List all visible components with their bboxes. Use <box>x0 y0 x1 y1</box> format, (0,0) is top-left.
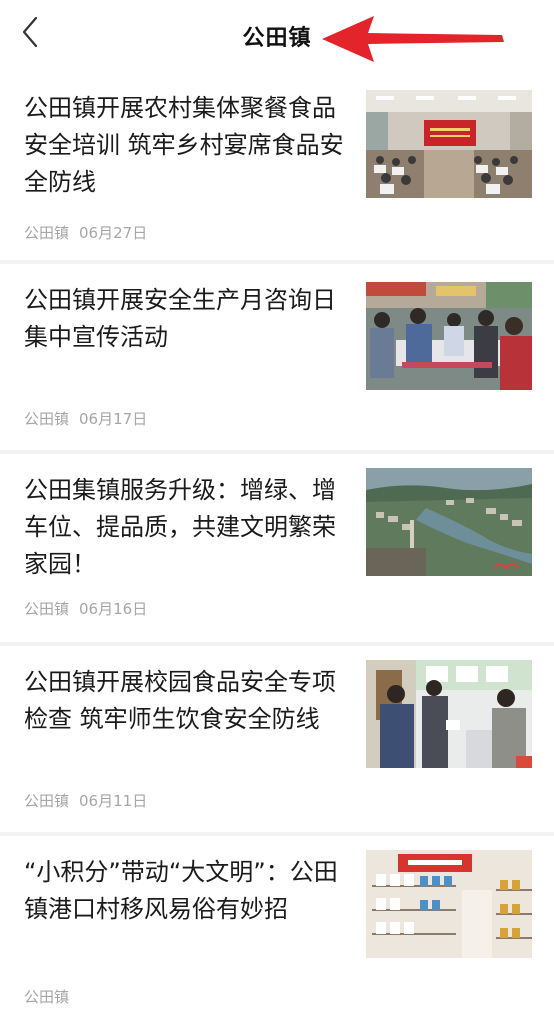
article-date: 06月17日 <box>79 410 148 428</box>
article-thumbnail[interactable] <box>366 468 532 576</box>
article-item[interactable]: 公田集镇服务升级：增绿、增车位、提品质，共建文明繁荣家园！ 公田镇 06月16日 <box>0 454 554 642</box>
top-bar: 公田镇 <box>0 0 554 72</box>
red-arrow-annotation <box>322 16 504 62</box>
article-thumbnail[interactable] <box>366 282 532 390</box>
article-item[interactable]: 公田镇开展校园食品安全专项检查 筑牢师生饮食安全防线 公田镇 06月11日 <box>0 646 554 832</box>
article-date: 06月11日 <box>79 792 148 810</box>
article-date: 06月16日 <box>79 600 148 618</box>
article-meta: 公田镇 06月16日 <box>24 598 147 619</box>
article-meta: 公田镇 06月17日 <box>24 408 147 429</box>
article-meta: 公田镇 06月27日 <box>24 222 147 243</box>
article-title[interactable]: 公田镇开展农村集体聚餐食品安全培训 筑牢乡村宴席食品安全防线 <box>24 90 349 201</box>
article-title[interactable]: 公田镇开展校园食品安全专项检查 筑牢师生饮食安全防线 <box>24 664 349 738</box>
aerial-town-photo <box>366 468 532 576</box>
article-item[interactable]: “小积分”带动“大文明”：公田镇港口村移风易俗有妙招 公田镇 <box>0 836 554 1026</box>
article-date: 06月27日 <box>79 224 148 242</box>
article-thumbnail[interactable] <box>366 90 532 198</box>
article-meta: 公田镇 <box>24 986 79 1007</box>
article-item[interactable]: 公田镇开展安全生产月咨询日集中宣传活动 公田镇 06月17日 <box>0 264 554 450</box>
article-thumbnail[interactable] <box>366 850 532 958</box>
article-thumbnail[interactable] <box>366 660 532 768</box>
school-inspection-photo <box>366 660 532 768</box>
article-title[interactable]: “小积分”带动“大文明”：公田镇港口村移风易俗有妙招 <box>24 854 349 928</box>
street-promotion-photo <box>366 282 532 390</box>
article-item[interactable]: 公田镇开展农村集体聚餐食品安全培训 筑牢乡村宴席食品安全防线 公田镇 06月27日 <box>0 72 554 260</box>
article-source: 公田镇 <box>24 600 70 618</box>
points-supermarket-photo <box>366 850 532 958</box>
article-source: 公田镇 <box>24 410 70 428</box>
article-source: 公田镇 <box>24 792 70 810</box>
meeting-hall-photo <box>366 90 532 198</box>
article-source: 公田镇 <box>24 988 70 1006</box>
article-title[interactable]: 公田集镇服务升级：增绿、增车位、提品质，共建文明繁荣家园！ <box>24 472 349 583</box>
article-source: 公田镇 <box>24 224 70 242</box>
article-meta: 公田镇 06月11日 <box>24 790 147 811</box>
article-title[interactable]: 公田镇开展安全生产月咨询日集中宣传活动 <box>24 282 349 356</box>
